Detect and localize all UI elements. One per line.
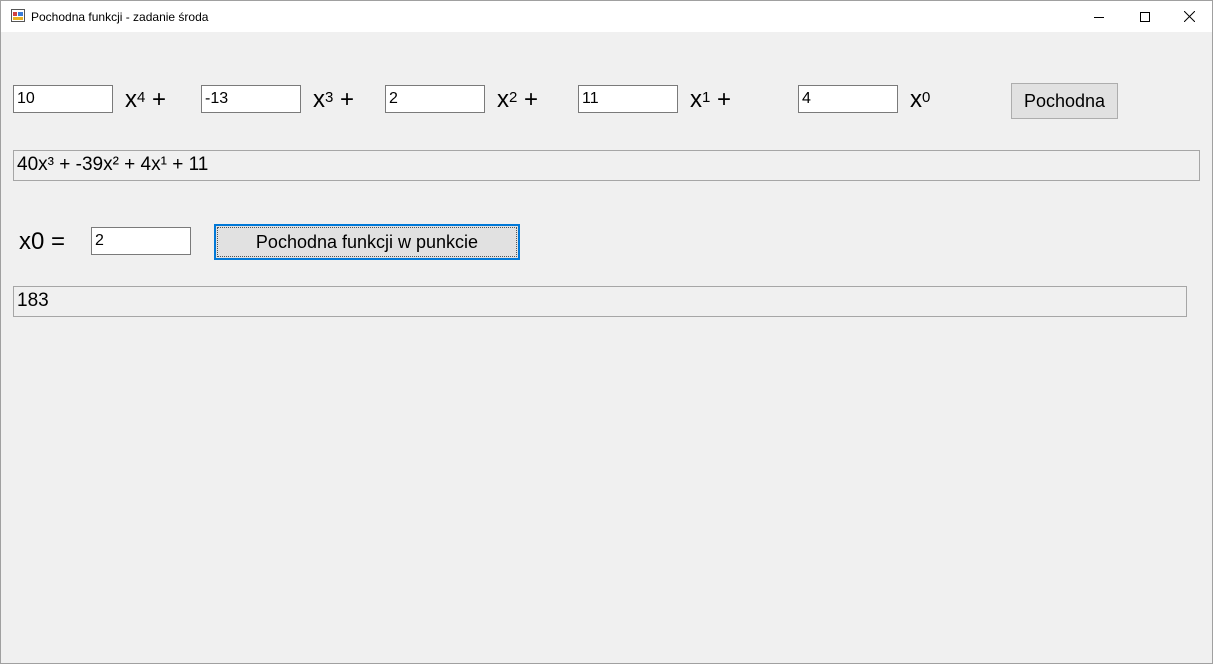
minimize-button[interactable] [1076,1,1122,32]
focus-rect [217,227,517,257]
term-x1-power: 1 [702,89,711,106]
term-x1-label: x1 + [690,86,731,114]
x0-input[interactable] [91,227,191,255]
term-x2-sign: + [524,86,539,113]
term-x0-label: x0 [910,86,930,114]
term-x4-base: x [125,86,137,113]
derivative-button[interactable]: Pochodna [1011,83,1118,119]
point-result-field: 183 [13,286,1187,317]
term-x4-label: x4 + [125,86,166,114]
coefficient-x4-input[interactable] [13,85,113,113]
term-x4-power: 4 [137,89,146,106]
coefficient-x0-input[interactable] [798,85,898,113]
app-icon [11,9,25,22]
term-x3-power: 3 [325,89,334,106]
minimize-icon [1094,16,1104,18]
maximize-button[interactable] [1122,1,1168,32]
term-x1-base: x [690,86,702,113]
main-window: Pochodna funkcji - zadanie środa x4 + x3… [0,0,1213,664]
term-x2-label: x2 + [497,86,538,114]
term-x2-base: x [497,86,509,113]
term-x3-base: x [313,86,325,113]
x0-label: x0 = [19,228,66,255]
maximize-icon [1140,11,1150,22]
close-icon [1183,11,1195,22]
title-bar: Pochodna funkcji - zadanie środa [1,1,1212,32]
coefficient-x2-input[interactable] [385,85,485,113]
window-title: Pochodna funkcji - zadanie środa [31,10,209,24]
term-x2-power: 2 [509,89,518,106]
term-x3-label: x3 + [313,86,354,114]
term-x3-sign: + [340,86,355,113]
term-x0-power: 0 [922,89,931,106]
term-x4-sign: + [152,86,167,113]
coefficient-x1-input[interactable] [578,85,678,113]
close-button[interactable] [1166,1,1212,32]
coefficient-x3-input[interactable] [201,85,301,113]
term-x0-base: x [910,86,922,113]
term-x1-sign: + [717,86,732,113]
point-derivative-button[interactable]: Pochodna funkcji w punkcie [214,224,520,260]
derivative-result-field: 40x³ + -39x² + 4x¹ + 11 [13,150,1200,181]
